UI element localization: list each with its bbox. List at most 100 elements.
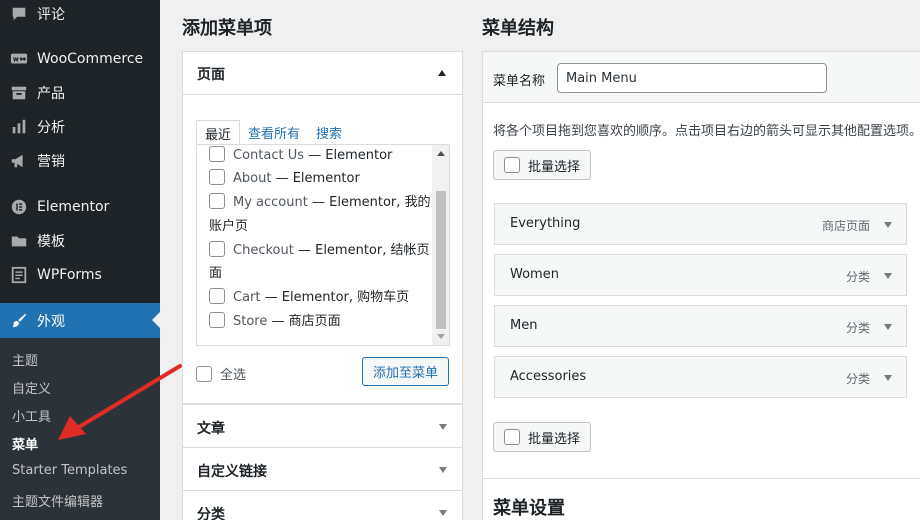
comment-icon	[9, 4, 29, 24]
sidebar-item-label: 评论	[37, 7, 65, 23]
submenu-item-themes[interactable]: 主题	[12, 350, 38, 369]
page-suffix: — Elementor	[275, 171, 360, 186]
submenu-item-menus[interactable]: 菜单	[12, 434, 38, 453]
posts-accordion[interactable]: 文章	[182, 404, 463, 448]
menu-item-everything[interactable]: Everything 商店页面	[494, 203, 907, 245]
sidebar-item-wpforms[interactable]: WPForms	[0, 258, 160, 292]
custom-links-section-title: 自定义链接	[197, 464, 267, 480]
list-item[interactable]: Store — 商店页面	[209, 310, 431, 333]
menu-item-title: Men	[510, 318, 538, 333]
pages-checklist: Contact Us — Elementor About — Elementor…	[196, 144, 450, 346]
sidebar-item-label: 模板	[37, 234, 65, 250]
menu-item-type: 分类	[845, 321, 870, 335]
chevron-down-icon[interactable]	[884, 324, 892, 330]
bulk-select-checkbox[interactable]	[504, 429, 520, 445]
page-checkbox[interactable]	[209, 146, 225, 162]
menu-item-title: Women	[510, 267, 559, 282]
chevron-down-icon	[439, 424, 447, 430]
page-suffix: — 商店页面	[271, 314, 341, 329]
page-checkbox[interactable]	[209, 193, 225, 209]
sidebar-item-marketing[interactable]: 营销	[0, 144, 160, 178]
select-all-checkbox[interactable]	[196, 366, 212, 382]
page-suffix-continued: 账户页	[209, 219, 249, 234]
tab-recent[interactable]: 最近	[196, 120, 241, 146]
scroll-down-icon[interactable]	[437, 334, 445, 339]
bulk-select-checkbox[interactable]	[504, 157, 520, 173]
page-checkbox[interactable]	[209, 241, 225, 257]
menu-item-accessories[interactable]: Accessories 分类	[494, 356, 907, 398]
menu-item-type: 分类	[845, 372, 870, 386]
bulk-select-label: 批量选择	[528, 431, 581, 447]
elementor-icon	[9, 197, 29, 217]
sidebar-item-templates[interactable]: 模板	[0, 224, 160, 258]
list-item[interactable]: About — Elementor	[209, 167, 431, 190]
menu-item-type: 商店页面	[821, 219, 870, 233]
page-name: Cart	[233, 290, 261, 305]
form-icon	[9, 265, 29, 285]
chevron-down-icon[interactable]	[884, 222, 892, 228]
list-item[interactable]: Checkout — Elementor, 结帐页	[209, 239, 431, 262]
custom-links-accordion[interactable]: 自定义链接	[182, 447, 463, 491]
page-suffix: — Elementor, 我的	[311, 195, 431, 210]
pages-tabs: 最近 查看所有 搜索	[196, 120, 350, 146]
red-annotation-arrow	[58, 364, 182, 440]
chevron-down-icon	[439, 510, 447, 516]
woo-icon	[9, 49, 29, 69]
categories-accordion[interactable]: 分类	[182, 490, 463, 520]
add-to-menu-button[interactable]: 添加至菜单	[362, 357, 449, 386]
list-item[interactable]: Cart — Elementor, 购物车页	[209, 286, 431, 309]
sidebar-item-label: WPForms	[37, 267, 102, 283]
sidebar-item-appearance[interactable]: 外观	[0, 303, 160, 338]
menu-name-field[interactable]	[557, 63, 827, 93]
collapse-up-icon[interactable]	[438, 70, 446, 76]
pages-section-title[interactable]: 页面	[197, 64, 225, 84]
page-name: Checkout	[233, 243, 294, 258]
sidebar-item-comments[interactable]: 评论	[0, 0, 160, 31]
sidebar-item-woocommerce[interactable]: WooCommerce	[0, 42, 160, 76]
chevron-down-icon[interactable]	[884, 273, 892, 279]
menu-item-title: Accessories	[510, 369, 587, 384]
menu-name-label: 菜单名称	[493, 74, 546, 89]
sidebar-item-elementor[interactable]: Elementor	[0, 190, 160, 224]
tab-search[interactable]: 搜索	[308, 120, 350, 146]
menu-item-men[interactable]: Men 分类	[494, 305, 907, 347]
submenu-item-starter-templates[interactable]: Starter Templates	[12, 463, 127, 478]
bulk-select-button-bottom[interactable]: 批量选择	[493, 422, 591, 452]
menu-item-women[interactable]: Women 分类	[494, 254, 907, 296]
sidebar-item-analytics[interactable]: 分析	[0, 110, 160, 144]
page-name: Contact Us	[233, 148, 304, 163]
page-checkbox[interactable]	[209, 312, 225, 328]
sidebar-item-products[interactable]: 产品	[0, 76, 160, 110]
page-suffix: — Elementor	[308, 148, 393, 163]
bar-chart-icon	[9, 117, 29, 137]
chevron-down-icon[interactable]	[884, 375, 892, 381]
scroll-thumb[interactable]	[436, 191, 446, 329]
page-name: About	[233, 171, 272, 186]
submenu-item-customize[interactable]: 自定义	[12, 378, 51, 397]
add-menu-items-heading: 添加菜单项	[182, 18, 272, 39]
tab-view-all[interactable]: 查看所有	[240, 120, 308, 146]
posts-section-title: 文章	[197, 421, 225, 437]
page-checkbox[interactable]	[209, 288, 225, 304]
select-all-row[interactable]: 全选	[196, 364, 246, 383]
scroll-up-icon[interactable]	[437, 151, 445, 156]
submenu-item-theme-editor[interactable]: 主题文件编辑器	[12, 491, 103, 510]
page-checkbox[interactable]	[209, 169, 225, 185]
page-name: Store	[233, 314, 268, 329]
page-suffix-continued: 面	[209, 266, 223, 281]
submenu-item-widgets[interactable]: 小工具	[12, 406, 51, 425]
page-name: My account	[233, 195, 308, 210]
bulk-select-label: 批量选择	[528, 159, 581, 175]
settings-divider	[483, 478, 920, 479]
page-suffix: — Elementor, 结帐页	[297, 243, 430, 258]
list-item[interactable]: My account — Elementor, 我的	[209, 191, 431, 214]
sidebar-item-label: 营销	[37, 154, 65, 170]
paintbrush-icon	[9, 311, 29, 331]
page-suffix: — Elementor, 购物车页	[264, 290, 410, 305]
list-item[interactable]: Contact Us — Elementor	[209, 145, 431, 167]
bulk-select-button-top[interactable]: 批量选择	[493, 150, 591, 180]
archive-icon	[9, 83, 29, 103]
sidebar-item-label: 产品	[37, 86, 65, 102]
list-scrollbar[interactable]	[432, 145, 449, 345]
megaphone-icon	[9, 151, 29, 171]
